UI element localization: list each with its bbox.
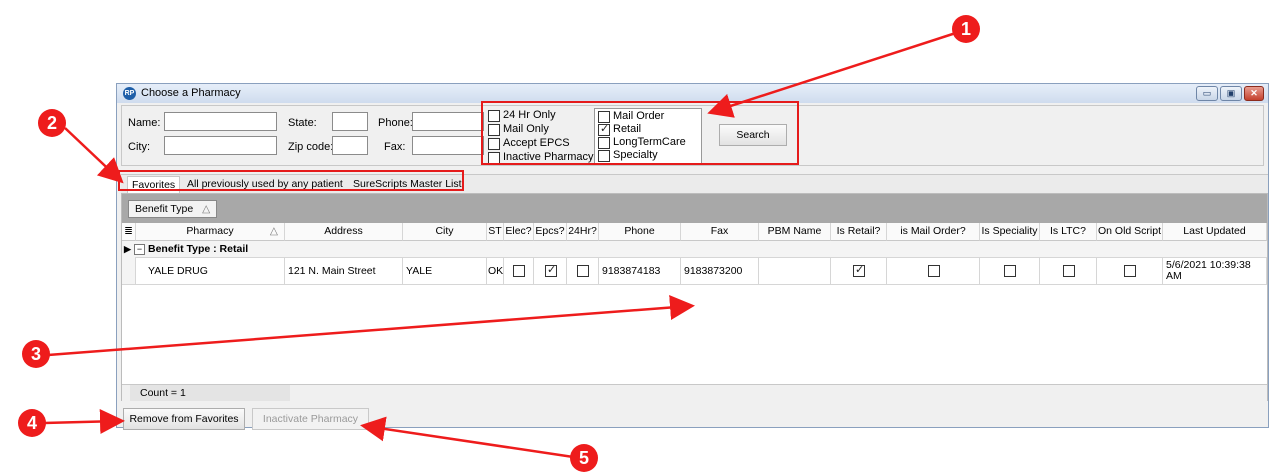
col-on-old-script[interactable]: On Old Script [1097, 223, 1163, 241]
col-fax[interactable]: Fax [681, 223, 759, 241]
column-chooser-icon[interactable]: ≣ [122, 223, 136, 241]
cell-fax[interactable]: 9183873200 [681, 257, 759, 285]
col-st[interactable]: ST [487, 223, 504, 241]
cell-city[interactable]: YALE [403, 257, 487, 285]
pharmacy-grid: Benefit Type △ ≣ Pharmacy △ Address City… [121, 193, 1268, 401]
col-last-updated[interactable]: Last Updated [1163, 223, 1267, 241]
state-input[interactable] [332, 112, 368, 131]
col-24hr[interactable]: 24Hr? [567, 223, 599, 241]
col-is-speciality[interactable]: Is Speciality [980, 223, 1040, 241]
col-city[interactable]: City [403, 223, 487, 241]
name-label: Name: [128, 117, 161, 129]
collapse-icon[interactable]: − [134, 244, 145, 255]
restore-button[interactable]: ▣ [1220, 86, 1242, 101]
inactivate-pharmacy-button[interactable]: Inactivate Pharmacy [252, 408, 369, 430]
close-button[interactable]: ✕ [1244, 86, 1264, 101]
zip-input[interactable] [332, 136, 368, 155]
city-label: City: [128, 141, 150, 153]
group-by-area: Benefit Type △ [122, 194, 1267, 223]
col-phone[interactable]: Phone [599, 223, 681, 241]
fax-label: Fax: [384, 141, 406, 153]
phone-input[interactable] [412, 112, 484, 131]
sort-ascending-icon: △ [202, 203, 211, 215]
pharmacy-logo-icon: RP [123, 87, 136, 100]
group-row-label: Benefit Type : Retail [148, 243, 249, 255]
elec-checkbox[interactable] [513, 265, 525, 277]
col-epcs[interactable]: Epcs? [534, 223, 567, 241]
group-chip-label: Benefit Type [135, 203, 194, 215]
annotation-badge-3: 3 [22, 340, 50, 368]
row-selector[interactable] [122, 257, 136, 285]
highlight-tabs [118, 170, 464, 191]
col-elec[interactable]: Elec? [504, 223, 534, 241]
is-mail-order-checkbox[interactable] [928, 265, 940, 277]
zip-label: Zip code: [288, 141, 334, 153]
annotation-badge-4: 4 [18, 409, 46, 437]
name-input[interactable] [164, 112, 277, 131]
phone-label: Phone: [378, 117, 413, 129]
annotation-badge-5: 5 [570, 444, 598, 472]
is-ltc-checkbox[interactable] [1063, 265, 1075, 277]
epcs-checkbox[interactable] [545, 263, 557, 277]
cell-address[interactable]: 121 N. Main Street [285, 257, 403, 285]
col-is-mail-order[interactable]: is Mail Order? [887, 223, 980, 241]
cell-last-updated[interactable]: 5/6/2021 10:39:38 AM [1163, 257, 1267, 285]
group-chip-benefit-type[interactable]: Benefit Type △ [128, 200, 218, 218]
col-pharmacy-label: Pharmacy [186, 225, 234, 237]
remove-from-favorites-button[interactable]: Remove from Favorites [123, 408, 245, 430]
cell-st[interactable]: OK [487, 257, 504, 285]
col-is-ltc[interactable]: Is LTC? [1040, 223, 1097, 241]
col-address[interactable]: Address [285, 223, 403, 241]
fax-input[interactable] [412, 136, 484, 155]
col-pharmacy[interactable]: Pharmacy △ [136, 223, 285, 241]
grid-footer: Count = 1 [122, 384, 1267, 401]
24hr-checkbox[interactable] [577, 265, 589, 277]
state-label: State: [288, 117, 317, 129]
highlight-search-filters [481, 101, 799, 165]
cell-pbm-name[interactable] [759, 257, 831, 285]
col-is-retail[interactable]: Is Retail? [831, 223, 887, 241]
minimize-button[interactable]: ▭ [1196, 86, 1218, 101]
annotation-badge-1: 1 [952, 15, 980, 43]
row-indicator-icon: ▶ [124, 244, 131, 254]
city-input[interactable] [164, 136, 277, 155]
col-pbm-name[interactable]: PBM Name [759, 223, 831, 241]
sort-ascending-icon: △ [269, 225, 278, 237]
cell-phone[interactable]: 9183874183 [599, 257, 681, 285]
is-speciality-checkbox[interactable] [1004, 265, 1016, 277]
window-title: Choose a Pharmacy [141, 87, 241, 99]
cell-pharmacy[interactable]: YALE DRUG [136, 257, 285, 285]
on-old-script-checkbox[interactable] [1124, 265, 1136, 277]
group-row-retail[interactable]: ▶ − Benefit Type : Retail [122, 241, 1267, 258]
is-retail-checkbox[interactable] [853, 263, 865, 277]
annotation-badge-2: 2 [38, 109, 66, 137]
row-count: Count = 1 [130, 385, 290, 401]
